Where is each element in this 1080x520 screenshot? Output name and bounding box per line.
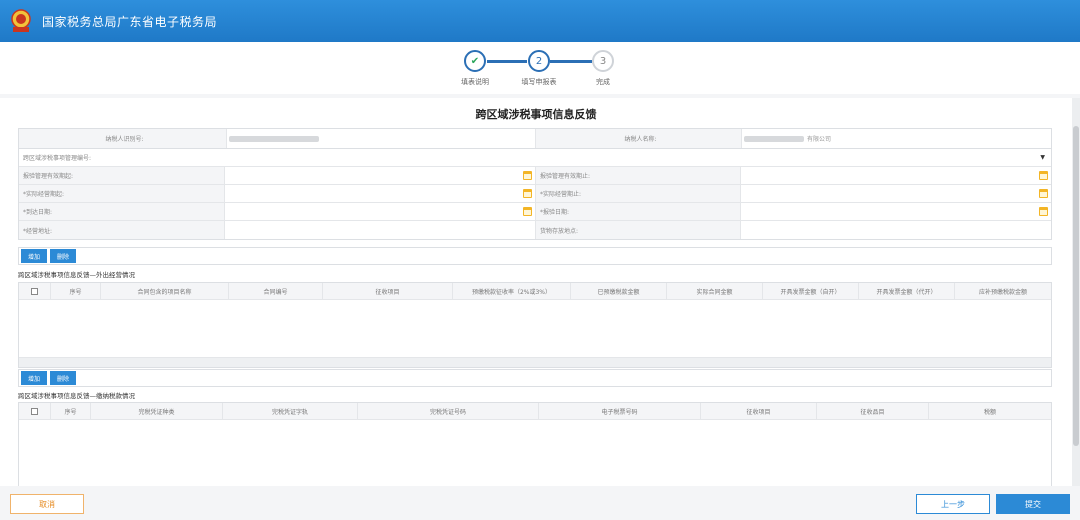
col-header: 开具发票金额（自开） <box>763 283 859 299</box>
actual-end-label: *实际经营期止: <box>536 185 741 202</box>
col-header: 开具发票金额（代开） <box>859 283 955 299</box>
taxpayer-id-label: 纳税人识别号: <box>19 129 227 148</box>
delete-row-button[interactable]: 删除 <box>50 371 77 385</box>
step-label: 完成 <box>596 78 610 86</box>
stepper: ✔ 填表说明 2 填写申报表 3 完成 <box>0 42 1080 94</box>
calendar-icon[interactable] <box>1039 171 1048 180</box>
col-header: 完税凭证种类 <box>91 403 223 419</box>
section1-title: 跨区域涉税事项信息反馈—外出经营情况 <box>18 271 135 279</box>
return-date-label: *到达日期: <box>19 203 225 220</box>
vertical-scrollbar[interactable] <box>1072 98 1080 486</box>
col-header: 征收项目 <box>701 403 817 419</box>
select-all-checkbox[interactable] <box>31 407 38 415</box>
cancel-button[interactable]: 取消 <box>10 494 84 514</box>
biz-address-input[interactable] <box>225 221 536 239</box>
report-date-label: *报验日期: <box>536 203 741 220</box>
col-header: 预缴税款征收率（2%或3%） <box>453 283 571 299</box>
return-date-input[interactable] <box>225 203 536 220</box>
valid-end-input[interactable] <box>741 167 1051 184</box>
col-header: 电子税票号码 <box>539 403 701 419</box>
main-panel: 跨区域涉税事项信息反馈 纳税人识别号: 纳税人名称: 有限公司 跨区域涉税事项管… <box>0 98 1072 486</box>
taxpayer-name-value: 有限公司 <box>742 129 1051 148</box>
col-header: 已预缴税款金额 <box>571 283 667 299</box>
report-form-grid: 跨区域涉税事项管理编号: ▼ 报验管理有效期起: 报验管理有效期止: *实际经营… <box>18 148 1052 240</box>
step-label: 填表说明 <box>461 78 489 86</box>
step-complete: 3 完成 <box>573 50 633 87</box>
section2-toolbar: 增加 删除 <box>18 369 1052 387</box>
horizontal-scrollbar[interactable] <box>19 357 1051 367</box>
section1-toolbar: 增加 删除 <box>18 247 1052 265</box>
footer: 取消 上一步 提交 <box>0 486 1080 520</box>
col-header: 序号 <box>51 403 91 419</box>
col-header: 征收品目 <box>817 403 929 419</box>
calendar-icon[interactable] <box>523 207 532 216</box>
check-icon: ✔ <box>464 50 486 72</box>
storage-location-input[interactable] <box>741 221 1051 239</box>
col-header: 完税凭证号码 <box>358 403 539 419</box>
actual-start-input[interactable] <box>225 185 536 202</box>
step-fill-form: 2 填写申报表 <box>509 50 569 87</box>
select-all-checkbox[interactable] <box>31 287 38 295</box>
table-header: 序号 合同包含的项目名称 合同编号 征收项目 预缴税款征收率（2%或3%） 已预… <box>19 283 1051 300</box>
col-header: 实际合同金额 <box>667 283 763 299</box>
previous-step-button[interactable]: 上一步 <box>916 494 990 514</box>
section2-title: 跨区域涉税事项信息反馈—缴纳税款情况 <box>18 392 135 400</box>
scrollbar-thumb[interactable] <box>1073 126 1079 446</box>
col-header: 税额 <box>983 408 996 416</box>
calendar-icon[interactable] <box>523 189 532 198</box>
tax-payment-table: 序号 完税凭证种类 完税凭证字轨 完税凭证号码 电子税票号码 征收项目 征收品目… <box>18 402 1052 486</box>
valid-start-label: 报验管理有效期起: <box>19 167 225 184</box>
calendar-icon[interactable] <box>1039 207 1048 216</box>
biz-address-label: *经营地址: <box>19 221 225 239</box>
col-header: 应补预缴税款金额 <box>978 288 1027 296</box>
valid-end-label: 报验管理有效期止: <box>536 167 741 184</box>
top-bar: 国家税务总局广东省电子税务局 <box>0 0 1080 42</box>
taxpayer-name-label: 纳税人名称: <box>536 129 742 148</box>
add-row-button[interactable]: 增加 <box>21 371 48 385</box>
step-instructions: ✔ 填表说明 <box>445 50 505 87</box>
actual-start-label: *实际经营期起: <box>19 185 225 202</box>
outbound-business-table: 序号 合同包含的项目名称 合同编号 征收项目 预缴税款征收率（2%或3%） 已预… <box>18 282 1052 368</box>
step-number: 2 <box>528 50 550 72</box>
taxpayer-info-grid: 纳税人识别号: 纳税人名称: 有限公司 <box>18 128 1052 149</box>
step-number: 3 <box>592 50 614 72</box>
delete-row-button[interactable]: 删除 <box>50 249 77 263</box>
col-header: 合同包含的项目名称 <box>101 283 229 299</box>
col-header: 征收项目 <box>323 283 453 299</box>
form-title: 跨区域涉税事项信息反馈 <box>475 108 597 121</box>
calendar-icon[interactable] <box>1039 189 1048 198</box>
col-header: 完税凭证字轨 <box>223 403 358 419</box>
step-label: 填写申报表 <box>521 78 557 86</box>
report-date-input[interactable] <box>741 203 1051 220</box>
cross-region-id-select[interactable]: 跨区域涉税事项管理编号: ▼ <box>19 149 1051 166</box>
table-header: 序号 完税凭证种类 完税凭证字轨 完税凭证号码 电子税票号码 征收项目 征收品目… <box>19 403 1051 420</box>
col-header: 合同编号 <box>229 283 323 299</box>
col-header: 序号 <box>51 283 101 299</box>
submit-button[interactable]: 提交 <box>996 494 1070 514</box>
valid-start-input[interactable] <box>225 167 536 184</box>
add-row-button[interactable]: 增加 <box>21 249 48 263</box>
actual-end-input[interactable] <box>741 185 1051 202</box>
app-title: 国家税务总局广东省电子税务局 <box>42 14 218 29</box>
calendar-icon[interactable] <box>523 171 532 180</box>
storage-location-label: 货物存放地点: <box>536 221 741 239</box>
taxpayer-id-value <box>227 129 536 148</box>
dropdown-arrow-icon: ▼ <box>1040 154 1045 161</box>
tax-emblem-icon <box>11 9 31 32</box>
